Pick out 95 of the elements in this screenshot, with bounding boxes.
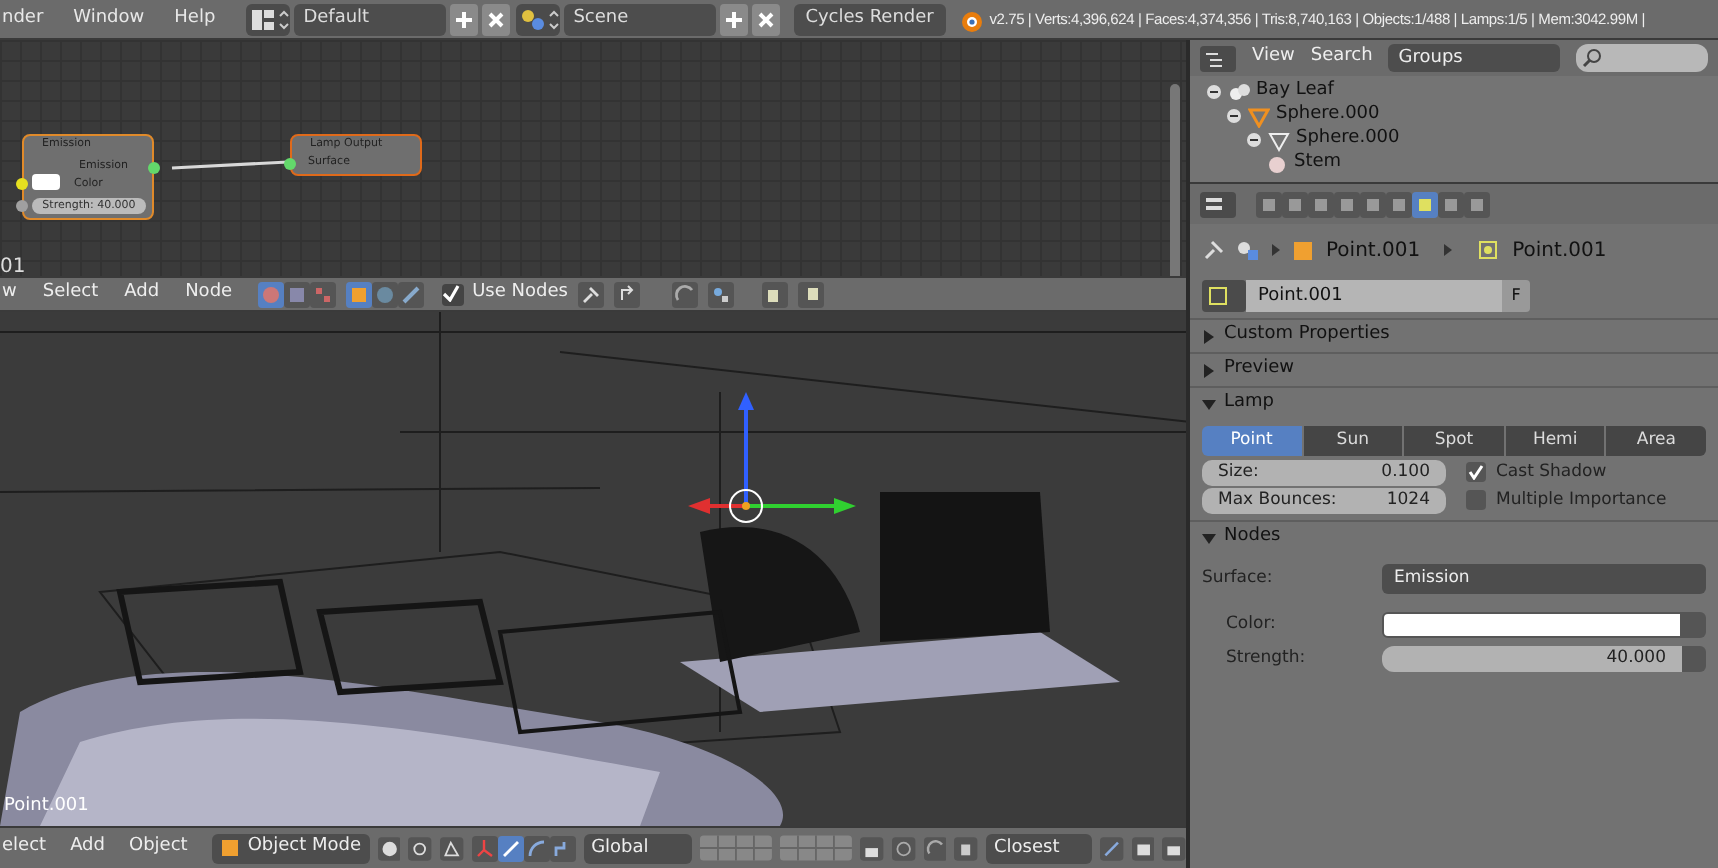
lamp-type-tab[interactable]: Sun [1303,426,1403,456]
menu-item[interactable]: elect [2,834,47,862]
menu-item[interactable]: View [1252,44,1295,72]
pin-icon[interactable] [1204,240,1224,260]
scene-field[interactable]: Scene [563,3,716,35]
panel-header[interactable]: Preview [1190,352,1718,386]
field-label: Color: [1226,612,1278,638]
menu-item[interactable]: Node [185,280,233,308]
checkbox-label[interactable]: Cast Shadow [1496,459,1607,485]
snap-icon[interactable] [707,281,734,307]
proportional-edit-icon[interactable] [891,835,916,861]
screen-layout-field[interactable]: Default [293,3,446,35]
number-field[interactable]: Size: 0.100 [1202,460,1446,486]
panel-header[interactable]: Lamp [1190,386,1718,420]
outliner-item[interactable]: Sphere.000 [1296,126,1400,154]
color-field[interactable] [1382,612,1682,638]
lamp-data-icon[interactable] [1202,280,1246,312]
strength-field[interactable]: 40.000 [1382,646,1682,672]
checkbox[interactable] [1466,490,1486,510]
menu-item[interactable]: Window [73,5,145,33]
lamp-type-tab[interactable]: Point [1202,426,1302,456]
menu-item[interactable]: Object [129,834,188,862]
color-swatch[interactable] [32,174,60,190]
menu-item[interactable]: Select [42,280,99,308]
display-mode-dropdown[interactable]: Groups [1388,44,1561,72]
mode-dropdown[interactable]: Object Mode [211,833,370,863]
search-field[interactable] [1576,44,1708,72]
outliner-icon[interactable] [1200,45,1236,71]
panel-header[interactable]: Custom Properties [1190,318,1718,352]
check-icon [442,283,461,301]
magnet-icon[interactable] [923,835,947,861]
menu-item[interactable]: w [2,280,17,308]
close-icon[interactable] [481,3,510,35]
lamp-type-tab[interactable]: Area [1606,426,1706,456]
checkbox-label[interactable]: Multiple Importance [1496,487,1667,513]
scale-icon[interactable] [549,835,576,861]
collapse-toggle-icon[interactable] [1246,132,1262,148]
breadcrumb-item[interactable]: Point.001 [1326,235,1421,265]
outliner-item[interactable]: Sphere.000 [1276,102,1380,130]
checkbox[interactable] [442,283,465,305]
check-icon [1468,464,1484,480]
lamp-type-tab[interactable]: Hemi [1505,426,1605,456]
checkbox[interactable] [1466,462,1486,482]
outliner-item[interactable]: Stem [1294,150,1342,178]
object-icon [1248,105,1270,127]
scrollbar[interactable] [1170,84,1180,276]
align-rotation-icon[interactable] [1099,835,1124,861]
output-socket[interactable] [148,162,160,174]
surface-dropdown[interactable]: Emission [1382,564,1706,594]
collapse-toggle-icon[interactable] [1206,84,1222,100]
breadcrumb-item[interactable]: Point.001 [1512,235,1607,265]
field-label: Strength: [1226,646,1308,672]
orientation-dropdown[interactable]: Global [583,833,693,863]
lamp-type-tab[interactable]: Spot [1404,426,1504,456]
menu-item[interactable]: Add [70,834,105,862]
object-name-label: Point.001 [4,793,89,819]
lamp-icon [1476,238,1501,262]
empty-icon [1228,81,1250,103]
layout-icon[interactable] [245,3,290,35]
input-socket[interactable] [284,158,296,170]
outliner-item[interactable]: Bay Leaf [1256,78,1334,106]
collapse-toggle-icon[interactable] [1226,108,1242,124]
view-label: 01 [0,254,26,276]
pin-icon[interactable] [577,281,604,307]
translate-icon[interactable] [497,835,524,861]
rotate-icon[interactable] [523,835,550,861]
search-icon [1582,48,1603,68]
node-link [170,158,290,174]
manipulator-icon[interactable] [439,835,464,861]
editor-type-icon[interactable] [1200,191,1236,217]
render-engine-dropdown[interactable]: Cycles Render [793,3,946,35]
menu-item[interactable]: nder [2,5,44,33]
checkbox-label[interactable]: Use Nodes [472,280,568,308]
close-icon[interactable] [751,3,780,35]
number-field[interactable]: Max Bounces: 1024 [1202,488,1446,514]
checker-icon[interactable] [310,281,337,307]
magnet-icon[interactable] [671,281,698,307]
breadcrumb-arrow-icon [1444,244,1453,256]
lamp-icon[interactable] [1412,191,1438,217]
menu-item[interactable]: Search [1310,44,1373,72]
material-icon [1266,153,1288,175]
snap-target-dropdown[interactable]: Closest [985,833,1092,863]
fake-user-button[interactable]: F [1502,280,1530,312]
field-label: Surface: [1202,566,1275,592]
shading-icon[interactable] [377,835,401,861]
add-icon[interactable] [719,3,748,35]
mesh-icon [1268,129,1290,151]
add-icon[interactable] [449,3,478,35]
panel-header[interactable]: Nodes [1190,520,1718,554]
pivot-icon[interactable] [408,835,432,861]
menu-item[interactable]: Help [174,5,216,33]
lamp-name-field[interactable]: Point.001 [1246,280,1502,312]
breadcrumb-arrow-icon [1272,244,1280,256]
menu-item[interactable]: Add [124,280,160,308]
transform-gizmo-icon[interactable] [688,392,856,523]
